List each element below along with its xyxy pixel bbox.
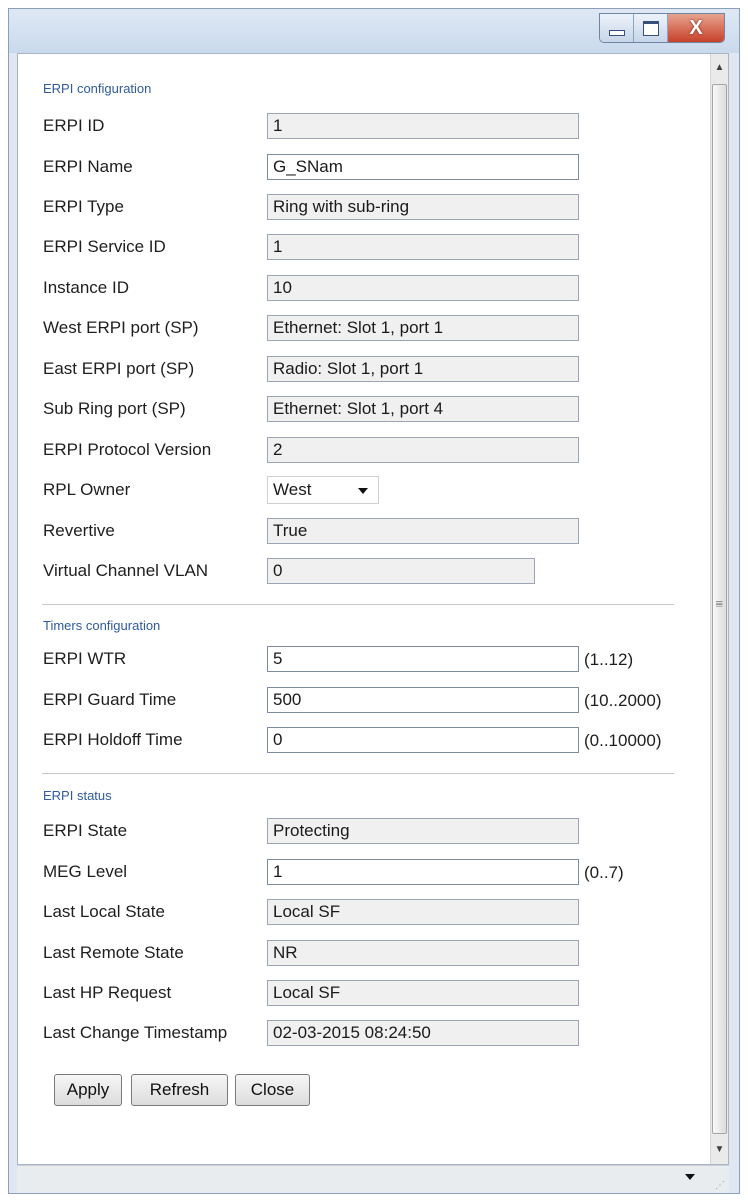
section-title-erpi-status: ERPI status — [43, 788, 112, 803]
meg-level-range: (0..7) — [584, 863, 624, 882]
close-button[interactable]: Close — [235, 1074, 310, 1106]
scroll-down-arrow-icon[interactable]: ▼ — [711, 1140, 728, 1160]
section-title-timers-configuration: Timers configuration — [43, 618, 161, 633]
minimize-button[interactable] — [600, 14, 634, 42]
section-divider — [42, 773, 674, 774]
refresh-button[interactable]: Refresh — [131, 1074, 228, 1106]
minimize-icon — [608, 30, 625, 36]
meg-level-label: MEG Level — [43, 862, 128, 881]
erpi-name-input[interactable]: G_SNam — [267, 154, 579, 180]
erpi-state-field: Protecting — [267, 818, 579, 844]
apply-button[interactable]: Apply — [54, 1074, 122, 1106]
maximize-icon — [642, 20, 659, 36]
resize-grip-icon[interactable]: ⋰ — [715, 1180, 725, 1191]
dialog-content-area: ERPI configuration ERPI ID 1 ERPI Name G… — [17, 53, 729, 1165]
erpi-guard-time-label: ERPI Guard Time — [43, 690, 177, 709]
erpi-wtr-range: (1..12) — [584, 650, 634, 669]
west-erpi-port-field: Ethernet: Slot 1, port 1 — [267, 315, 579, 341]
erpi-protocol-version-field: 2 — [267, 437, 579, 463]
maximize-button[interactable] — [634, 14, 668, 42]
scrollbar-thumb[interactable]: ═ ═ — [712, 84, 727, 1134]
west-erpi-port-label: West ERPI port (SP) — [43, 318, 199, 337]
scroll-up-arrow-icon[interactable]: ▲ — [711, 58, 728, 78]
last-hp-request-field: Local SF — [267, 980, 579, 1006]
close-window-button[interactable]: X — [668, 14, 724, 42]
close-icon: X — [689, 16, 703, 39]
erpi-holdoff-time-range: (0..10000) — [584, 731, 662, 750]
erpi-service-id-field: 1 — [267, 234, 579, 260]
chevron-down-icon — [358, 488, 368, 494]
erpi-type-label: ERPI Type — [43, 197, 124, 216]
instance-id-label: Instance ID — [43, 278, 129, 297]
instance-id-field: 10 — [267, 275, 579, 301]
window-controls: X — [599, 13, 725, 43]
vertical-scrollbar[interactable]: ▲ ═ ═ ▼ — [710, 54, 728, 1164]
erpi-holdoff-time-input[interactable]: 0 — [267, 727, 579, 753]
erpi-id-label: ERPI ID — [43, 116, 105, 135]
last-hp-request-label: Last HP Request — [43, 983, 172, 1002]
status-bar: ⋰ — [17, 1165, 729, 1193]
last-change-timestamp-label: Last Change Timestamp — [43, 1023, 228, 1042]
erpi-id-field: 1 — [267, 113, 579, 139]
erpi-wtr-input[interactable]: 5 — [267, 646, 579, 672]
east-erpi-port-label: East ERPI port (SP) — [43, 359, 195, 378]
grip-icon: ═ ═ — [716, 597, 723, 610]
last-local-state-label: Last Local State — [43, 902, 165, 921]
dialog-window: X ERPI configuration ERPI ID 1 ERPI Name… — [8, 8, 740, 1194]
last-remote-state-label: Last Remote State — [43, 943, 184, 962]
last-remote-state-field: NR — [267, 940, 579, 966]
sub-ring-port-label: Sub Ring port (SP) — [43, 399, 186, 418]
virtual-channel-vlan-label: Virtual Channel VLAN — [43, 561, 209, 580]
title-bar[interactable]: X — [9, 9, 739, 53]
section-divider — [42, 604, 674, 605]
east-erpi-port-field: Radio: Slot 1, port 1 — [267, 356, 579, 382]
chevron-down-icon[interactable] — [685, 1174, 695, 1180]
erpi-type-field: Ring with sub-ring — [267, 194, 579, 220]
erpi-protocol-version-label: ERPI Protocol Version — [43, 440, 212, 459]
rpl-owner-value: West — [273, 480, 312, 499]
section-title-erpi-configuration: ERPI configuration — [43, 81, 152, 96]
erpi-state-label: ERPI State — [43, 821, 128, 840]
revertive-field: True — [267, 518, 579, 544]
meg-level-input[interactable]: 1 — [267, 859, 579, 885]
erpi-guard-time-range: (10..2000) — [584, 691, 662, 710]
rpl-owner-label: RPL Owner — [43, 480, 131, 499]
erpi-holdoff-time-label: ERPI Holdoff Time — [43, 730, 183, 749]
virtual-channel-vlan-field: 0 — [267, 558, 535, 584]
form-content: ERPI configuration ERPI ID 1 ERPI Name G… — [18, 54, 712, 1164]
rpl-owner-select[interactable]: West — [267, 476, 379, 504]
last-local-state-field: Local SF — [267, 899, 579, 925]
erpi-name-label: ERPI Name — [43, 157, 133, 176]
last-change-timestamp-field: 02-03-2015 08:24:50 — [267, 1020, 579, 1046]
erpi-wtr-label: ERPI WTR — [43, 649, 127, 668]
revertive-label: Revertive — [43, 521, 115, 540]
sub-ring-port-field: Ethernet: Slot 1, port 4 — [267, 396, 579, 422]
erpi-service-id-label: ERPI Service ID — [43, 237, 166, 256]
erpi-guard-time-input[interactable]: 500 — [267, 687, 579, 713]
